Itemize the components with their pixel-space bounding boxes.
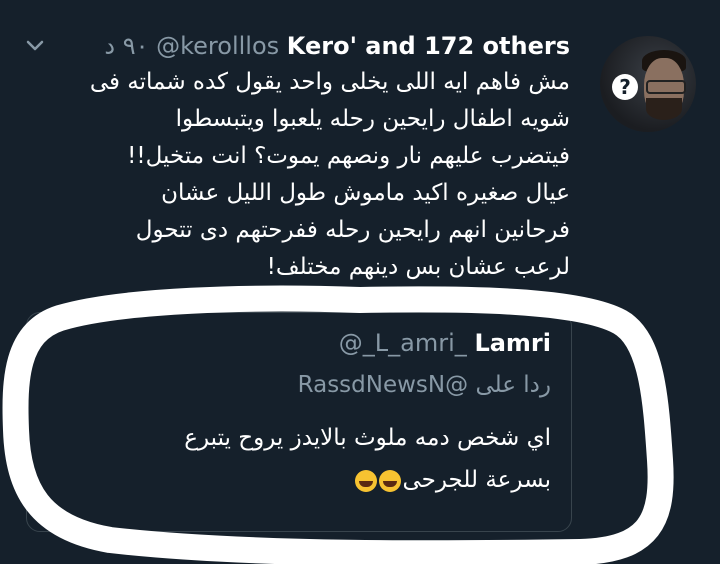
quoted-author-handle[interactable]: @_L_amri_ (339, 329, 467, 357)
reply-context: ردا على @RassdNewsN (298, 369, 551, 401)
quoted-author-name[interactable]: Lamri (474, 329, 551, 357)
tweet-line: شويه اطفال رايحين رحله يلعبوا ويتبسطوا (175, 106, 570, 132)
quoted-tweet-body: اي شخص دمه ملوث بالايدز يروح يتبرع بسرعة… (51, 417, 551, 501)
quoted-tweet[interactable]: @_L_amri_ Lamri ردا على @RassdNewsN اي ش… (26, 312, 572, 532)
quoted-line: اي شخص دمه ملوث بالايدز يروح يتبرع (184, 425, 551, 451)
quoted-line-text: بسرعة للجرحى (402, 467, 551, 493)
tweet-line: مش فاهم ايه اللى يخلى واحد يقول كده شمات… (89, 69, 570, 95)
tweet[interactable]: ? ٩٠ د @kerolllos Kero' and 172 others م… (0, 0, 720, 564)
author-handle[interactable]: @kerolllos (156, 32, 279, 60)
tweet-actions-partial: ٢ ٢ ٢ (340, 548, 372, 564)
tweet-time[interactable]: ٩٠ د (104, 32, 148, 60)
quoted-tweet-header: @_L_amri_ Lamri (339, 327, 551, 359)
chevron-down-icon[interactable] (24, 34, 46, 56)
avatar-glasses (646, 80, 686, 94)
tweet-line: فرحانين انهم رايحين رحله ففرحتهم دى تتحو… (135, 217, 570, 243)
tweet-line: لرعب عشان بس دينهم مختلف! (266, 254, 570, 280)
tweet-header: ٩٠ د @kerolllos Kero' and 172 others (104, 30, 570, 62)
author-name[interactable]: Kero' and 172 others (287, 32, 570, 60)
face-with-tears-of-joy-icon (379, 469, 402, 492)
tweet-line: عيال صغيره اكيد ماموش طول الليل عشان (161, 180, 570, 206)
reply-mention[interactable]: @RassdNewsN (298, 372, 469, 398)
tweet-body: مش فاهم ايه اللى يخلى واحد يقول كده شمات… (10, 64, 570, 286)
avatar-beard (646, 98, 682, 120)
tweet-line: فيتضرب عليهم نار ونصهم يموت؟ انت متخيل!! (127, 143, 570, 169)
reply-prefix: ردا على (475, 372, 551, 398)
quoted-line-2: بسرعة للجرحى (51, 459, 551, 501)
face-with-tears-of-joy-icon (355, 469, 378, 492)
question-mark-icon: ? (612, 74, 638, 100)
avatar[interactable]: ? (600, 36, 696, 132)
